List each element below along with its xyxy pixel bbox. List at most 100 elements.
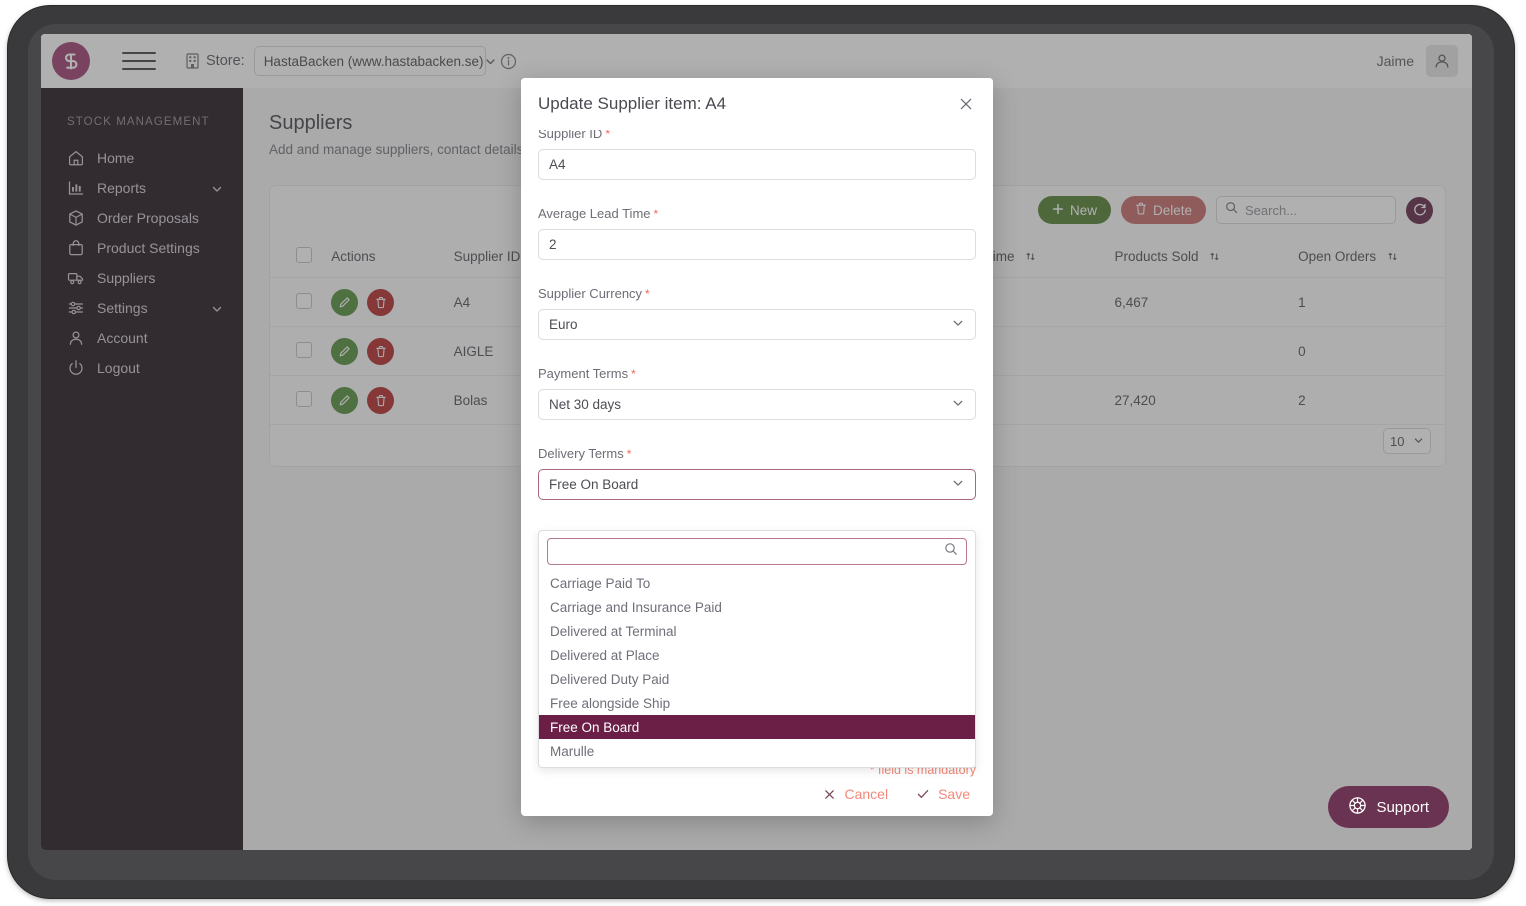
modal-title: Update Supplier item: A4 (538, 94, 727, 113)
building-icon (186, 53, 199, 69)
products-sold-header[interactable]: Products Sold (1114, 236, 1299, 278)
sidebar-item-product-settings[interactable]: Product Settings (41, 233, 243, 263)
search-input[interactable] (1245, 202, 1387, 218)
field-label: Supplier ID * (538, 130, 976, 141)
delete-row-button[interactable] (367, 337, 395, 365)
support-button[interactable]: Support (1328, 786, 1449, 828)
sidebar-item-label: Reports (97, 180, 147, 196)
products-sold-cell: 27,420 (1114, 375, 1299, 425)
field-delivery-terms: Delivery Terms * Free On Board (538, 446, 976, 500)
sidebar-item-order-proposals[interactable]: Order Proposals (41, 203, 243, 233)
user-area: Jaime (1377, 45, 1458, 77)
cancel-button[interactable]: Cancel (823, 786, 888, 802)
payment-terms-select[interactable]: Net 30 days (538, 389, 976, 420)
select-all-checkbox[interactable] (296, 247, 312, 263)
table-toolbar: New Delete (1037, 196, 1433, 224)
supplier-id-input[interactable] (549, 157, 965, 172)
sidebar-item-label: Order Proposals (97, 210, 199, 226)
sidebar-item-suppliers[interactable]: Suppliers (41, 263, 243, 293)
store-label: Store: (206, 53, 245, 69)
power-icon (67, 359, 85, 377)
edit-row-button[interactable] (331, 386, 359, 414)
bag-icon (67, 239, 85, 257)
average-lead-time-input-wrap[interactable] (538, 229, 976, 260)
modal-footer: * field is mandatory Cancel Save (538, 763, 976, 802)
delivery-terms-value: Free On Board (549, 477, 639, 492)
delete-row-button[interactable] (367, 386, 395, 414)
menu-toggle-icon[interactable] (122, 47, 156, 75)
dropdown-option[interactable]: Free alongside Ship (539, 691, 975, 715)
dropdown-search-row (539, 531, 975, 571)
open-orders-header[interactable]: Open Orders (1298, 236, 1445, 278)
field-label: Average Lead Time * (538, 206, 976, 221)
dropdown-option[interactable]: Marulle (539, 739, 975, 763)
delivery-terms-select[interactable]: Free On Board (538, 469, 976, 500)
field-label: Supplier Currency * (538, 286, 976, 301)
chevron-down-icon (951, 476, 965, 493)
close-icon (823, 788, 836, 801)
dropdown-option[interactable]: Carriage and Insurance Paid (539, 595, 975, 619)
dropdown-option[interactable]: Delivered Duty Paid (539, 667, 975, 691)
row-select-cell (270, 326, 332, 376)
supplier-currency-select[interactable]: Euro (538, 309, 976, 340)
products-sold-header-label: Products Sold (1114, 248, 1199, 264)
open-orders-header-label: Open Orders (1298, 248, 1377, 264)
dropdown-search-box[interactable] (547, 538, 967, 565)
row-actions-cell (331, 326, 454, 376)
sidebar-item-label: Settings (97, 300, 148, 316)
sidebar-item-settings[interactable]: Settings (41, 293, 243, 323)
new-button-label: New (1069, 202, 1097, 218)
dropdown-option[interactable]: Carriage Paid To (539, 571, 975, 595)
app-logo-icon (52, 42, 90, 80)
required-marker: * (626, 447, 632, 461)
select-all-header (270, 236, 332, 278)
row-checkbox[interactable] (296, 390, 312, 407)
sidebar-item-logout[interactable]: Logout (41, 353, 243, 383)
field-label-text: Supplier ID (538, 130, 603, 141)
search-box[interactable] (1216, 196, 1396, 224)
supplier-id-input-wrap[interactable] (538, 149, 976, 180)
save-button[interactable]: Save (916, 786, 970, 802)
average-lead-time-input[interactable] (549, 237, 965, 252)
plus-icon (1052, 203, 1064, 218)
row-checkbox[interactable] (296, 341, 312, 358)
sidebar-item-home[interactable]: Home (41, 143, 243, 173)
dropdown-option[interactable]: Delivered at Place (539, 643, 975, 667)
refresh-button[interactable] (1406, 196, 1433, 224)
page-size-select[interactable]: 10 (1383, 428, 1431, 454)
page-size-value: 10 (1390, 433, 1405, 449)
edit-row-button[interactable] (331, 337, 359, 365)
sidebar-item-account[interactable]: Account (41, 323, 243, 353)
field-label: Delivery Terms * (538, 446, 976, 461)
actions-header: Actions (331, 236, 454, 278)
payment-terms-value: Net 30 days (549, 397, 622, 412)
delete-button[interactable]: Delete (1120, 196, 1206, 224)
field-payment-terms: Payment Terms * Net 30 days (538, 366, 976, 420)
field-supplier-currency: Supplier Currency * Euro (538, 286, 976, 340)
new-button[interactable]: New (1037, 196, 1111, 224)
chevron-down-icon (951, 316, 965, 333)
supplier-id-header-label: Supplier ID (453, 248, 521, 264)
row-checkbox[interactable] (296, 292, 312, 309)
user-name: Jaime (1376, 53, 1414, 69)
delete-row-button[interactable] (367, 288, 395, 316)
chevron-down-icon (951, 396, 965, 413)
edit-row-button[interactable] (331, 288, 359, 316)
required-marker: * (653, 207, 659, 221)
field-average-lead-time: Average Lead Time * (538, 206, 976, 260)
check-icon (916, 787, 930, 801)
save-button-label: Save (938, 786, 970, 802)
store-select[interactable]: HastaBacken (www.hastabacken.se) (253, 46, 495, 76)
info-icon[interactable] (500, 53, 517, 70)
sidebar-item-label: Account (97, 330, 148, 346)
products-sold-cell (1114, 326, 1299, 376)
dropdown-search-input[interactable] (556, 544, 938, 559)
field-label-text: Delivery Terms (538, 446, 624, 461)
dropdown-option[interactable]: Delivered at Terminal (539, 619, 975, 643)
sidebar-item-reports[interactable]: Reports (41, 173, 243, 203)
home-icon (67, 149, 85, 167)
user-icon (67, 329, 85, 347)
close-icon[interactable] (957, 95, 975, 113)
avatar[interactable] (1426, 45, 1458, 77)
dropdown-option-selected[interactable]: Free On Board (539, 715, 975, 739)
